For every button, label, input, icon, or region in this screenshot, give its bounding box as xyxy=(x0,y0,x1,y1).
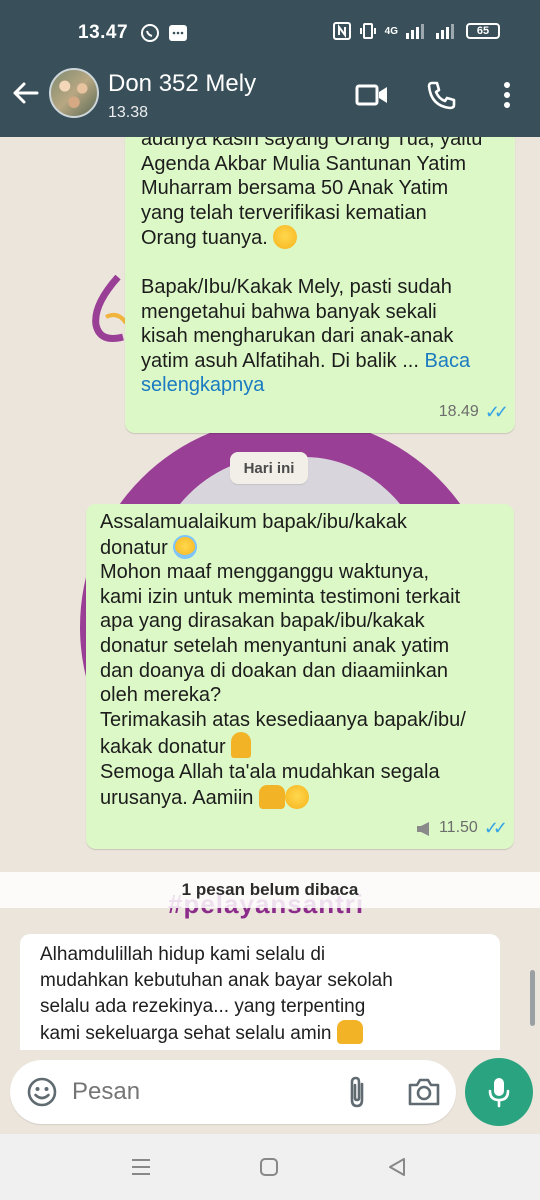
message-line: adanya kasih sayang Orang Tua, yaitu xyxy=(141,137,483,150)
chat-area[interactable]: #pelayansantri adanya kasih sayang Orang… xyxy=(0,137,540,1050)
message-line: Bapak/Ibu/Kakak Mely, pasti sudah xyxy=(141,275,452,298)
video-camera-icon xyxy=(355,84,387,106)
chat-header: Don 352 Mely 13.38 xyxy=(0,64,540,137)
status-bar: 13.47 4G 65 xyxy=(0,0,540,64)
smiling-face-emoji-icon xyxy=(284,784,309,809)
message-line: kisah mengharukan dari anak-anak xyxy=(141,325,454,348)
outgoing-message-bubble[interactable]: adanya kasih sayang Orang Tua, yaitu Age… xyxy=(125,137,515,433)
top-bar: 13.47 4G 65 Don 352 Mely 13.38 xyxy=(0,0,540,137)
signal-icon-2 xyxy=(436,24,454,39)
message-line: Semoga Allah ta'ala mudahkan segala xyxy=(100,760,440,783)
message-input-container[interactable] xyxy=(10,1060,456,1124)
recent-apps-button[interactable] xyxy=(126,1152,156,1182)
contact-last-seen[interactable]: 13.38 xyxy=(108,104,148,122)
avatar[interactable] xyxy=(49,68,99,118)
message-line: mengetahui bahwa banyak sekali xyxy=(141,300,437,323)
message-composer xyxy=(0,1050,540,1134)
message-time: 11.50 xyxy=(438,819,478,837)
status-left-icons xyxy=(140,23,188,43)
message-line-with-emoji: kakak donatur xyxy=(100,732,500,760)
preview-line: Alhamdulillah hidup kami selalu di xyxy=(40,944,326,965)
message-line: Terimakasih atas kesediaanya bapak/ibu/ xyxy=(100,708,466,731)
folded-hands-emoji-icon xyxy=(231,732,252,759)
message-line: oleh mereka? xyxy=(100,684,222,707)
home-square-icon xyxy=(260,1158,278,1176)
battery-icon: 65 xyxy=(466,23,500,39)
kebab-menu-icon xyxy=(504,82,510,108)
preview-line: mudahkan kebutuhan anak bayar sekolah xyxy=(40,970,393,991)
system-navigation-bar xyxy=(0,1134,540,1200)
vibrate-icon xyxy=(359,23,376,39)
status-time: 13.47 xyxy=(78,22,129,43)
back-triangle-icon xyxy=(389,1158,405,1176)
signal-icon xyxy=(406,24,424,39)
unread-messages-divider: 1 pesan belum dibaca xyxy=(0,872,540,908)
system-back-button[interactable] xyxy=(382,1152,412,1182)
camera-icon[interactable] xyxy=(406,1074,442,1110)
message-line: Muharram bersama 50 Anak Yatim xyxy=(141,177,449,200)
smiling-face-emoji-icon xyxy=(273,225,298,250)
message-line-with-link: yatim asuh Alfatihah. Di balik ... Baca … xyxy=(141,349,499,398)
scrollbar-thumb[interactable] xyxy=(530,970,535,1026)
message-line: Agenda Akbar Mulia Santunan Yatim xyxy=(141,152,467,175)
voice-call-button[interactable] xyxy=(424,78,458,112)
message-line: donatur xyxy=(100,536,168,559)
message-line: Assalamualaikum bapak/ibu/kakak xyxy=(100,511,407,533)
nfc-icon xyxy=(332,22,351,40)
network-label: 4G xyxy=(384,25,398,37)
status-right-icons: 4G 65 xyxy=(332,22,500,40)
date-divider: Hari ini xyxy=(230,452,308,484)
open-hands-emoji-icon xyxy=(336,1020,363,1044)
message-notification-icon xyxy=(169,25,187,41)
smiling-face-with-halo-emoji-icon xyxy=(173,534,198,559)
preview-line-with-emoji: kami sekeluarga sehat selalu amin xyxy=(40,1020,480,1047)
double-check-icon: ✓✓ xyxy=(483,818,508,839)
message-time: 18.49 xyxy=(438,403,479,421)
message-input[interactable] xyxy=(72,1060,332,1124)
menu-lines-icon xyxy=(132,1159,150,1175)
whatsapp-icon xyxy=(141,24,159,42)
message-line: apa yang dirasakan bapak/ibu/kakak xyxy=(100,610,425,633)
message-line: donatur setelah menyantuni anak yatim xyxy=(100,634,450,657)
message-line: yang telah terverifikasi kematian xyxy=(141,201,427,224)
message-line: kami izin untuk meminta testimoni terkai… xyxy=(100,585,461,608)
preview-line: kami sekeluarga sehat selalu amin xyxy=(40,1023,332,1044)
message-line: Mohon maaf mengganggu waktunya, xyxy=(100,561,430,584)
voice-record-button[interactable] xyxy=(465,1058,533,1126)
message-line: dan doanya di doakan dan diaamiinkan xyxy=(100,659,449,682)
phone-icon xyxy=(427,81,456,110)
contact-name[interactable]: Don 352 Mely xyxy=(108,70,256,98)
message-line-with-emoji: Orang tuanya. xyxy=(141,225,499,251)
preview-line: selalu ada rezekinya... yang terpenting xyxy=(40,996,366,1017)
message-meta: 18.49 ✓✓ xyxy=(438,400,509,425)
message-line: urusanya. Aamiin xyxy=(100,786,254,809)
double-check-icon: ✓✓ xyxy=(484,402,509,423)
message-meta: 11.50 ✓✓ xyxy=(415,816,508,841)
paperclip-icon[interactable] xyxy=(340,1074,374,1110)
outgoing-message-bubble[interactable]: Assalamualaikum bapak/ibu/kakak donatur … xyxy=(86,504,514,849)
message-line: Orang tuanya. xyxy=(141,227,268,250)
message-line-with-emoji: urusanya. Aamiin xyxy=(100,784,500,811)
open-hands-emoji-icon xyxy=(258,784,285,809)
message-line-with-emoji: donatur xyxy=(100,534,500,561)
back-arrow-icon[interactable] xyxy=(10,78,40,108)
video-call-button[interactable] xyxy=(355,78,389,112)
incoming-message-preview[interactable]: Alhamdulillah hidup kami selalu di mudah… xyxy=(20,934,500,1050)
message-line: yatim asuh Alfatihah. Di balik ... xyxy=(141,349,419,372)
emoji-icon[interactable] xyxy=(26,1076,58,1108)
more-options-button[interactable] xyxy=(490,78,524,112)
home-button[interactable] xyxy=(254,1152,284,1182)
microphone-icon xyxy=(488,1078,510,1108)
message-line: kakak donatur xyxy=(100,736,226,759)
broadcast-megaphone-icon xyxy=(416,821,429,836)
